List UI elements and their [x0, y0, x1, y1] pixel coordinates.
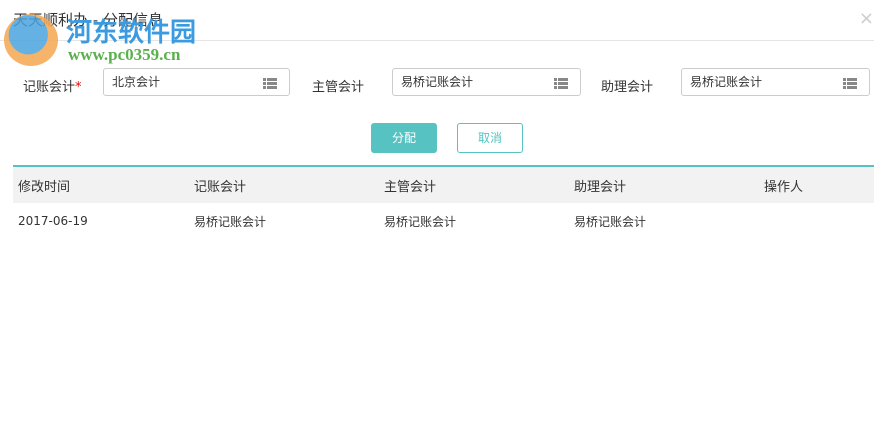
- header-operator: 操作人: [764, 179, 804, 195]
- list-icon[interactable]: [554, 78, 568, 89]
- header-bookkeeper: 记账会计: [194, 179, 247, 195]
- header-supervisor: 主管会计: [384, 179, 437, 195]
- bookkeeper-label: 记账会计*: [23, 80, 82, 95]
- cell-supervisor: 易桥记账会计: [384, 214, 457, 229]
- bookkeeper-select[interactable]: 北京会计: [103, 68, 290, 96]
- cell-assistant: 易桥记账会计: [574, 214, 647, 229]
- close-icon[interactable]: ×: [859, 8, 874, 29]
- required-mark: *: [75, 80, 82, 95]
- watermark-url: www.pc0359.cn: [68, 45, 181, 64]
- assign-button[interactable]: 分配: [371, 123, 437, 153]
- cancel-button[interactable]: 取消: [457, 123, 523, 153]
- assistant-label: 助理会计: [601, 80, 654, 95]
- bookkeeper-value: 北京会计: [112, 75, 161, 89]
- header-modified-time: 修改时间: [18, 179, 71, 195]
- list-icon[interactable]: [263, 78, 277, 89]
- supervisor-label: 主管会计: [312, 80, 365, 95]
- header-assistant: 助理会计: [574, 179, 627, 195]
- list-icon[interactable]: [843, 78, 857, 89]
- assistant-value: 易桥记账会计: [690, 75, 763, 89]
- cell-modified-time: 2017-06-19: [18, 214, 88, 228]
- supervisor-select[interactable]: 易桥记账会计: [392, 68, 581, 96]
- divider: [0, 40, 874, 41]
- history-table: 修改时间 记账会计 主管会计 助理会计 操作人 2017-06-19 易桥记账会…: [13, 165, 874, 239]
- cell-bookkeeper: 易桥记账会计: [194, 214, 267, 229]
- table-row: 2017-06-19 易桥记账会计 易桥记账会计 易桥记账会计: [13, 203, 874, 239]
- supervisor-value: 易桥记账会计: [401, 75, 474, 89]
- assistant-select[interactable]: 易桥记账会计: [681, 68, 870, 96]
- table-header: 修改时间 记账会计 主管会计 助理会计 操作人: [13, 167, 874, 203]
- dialog-title: 天天顺利办 - 分配信息: [13, 11, 163, 29]
